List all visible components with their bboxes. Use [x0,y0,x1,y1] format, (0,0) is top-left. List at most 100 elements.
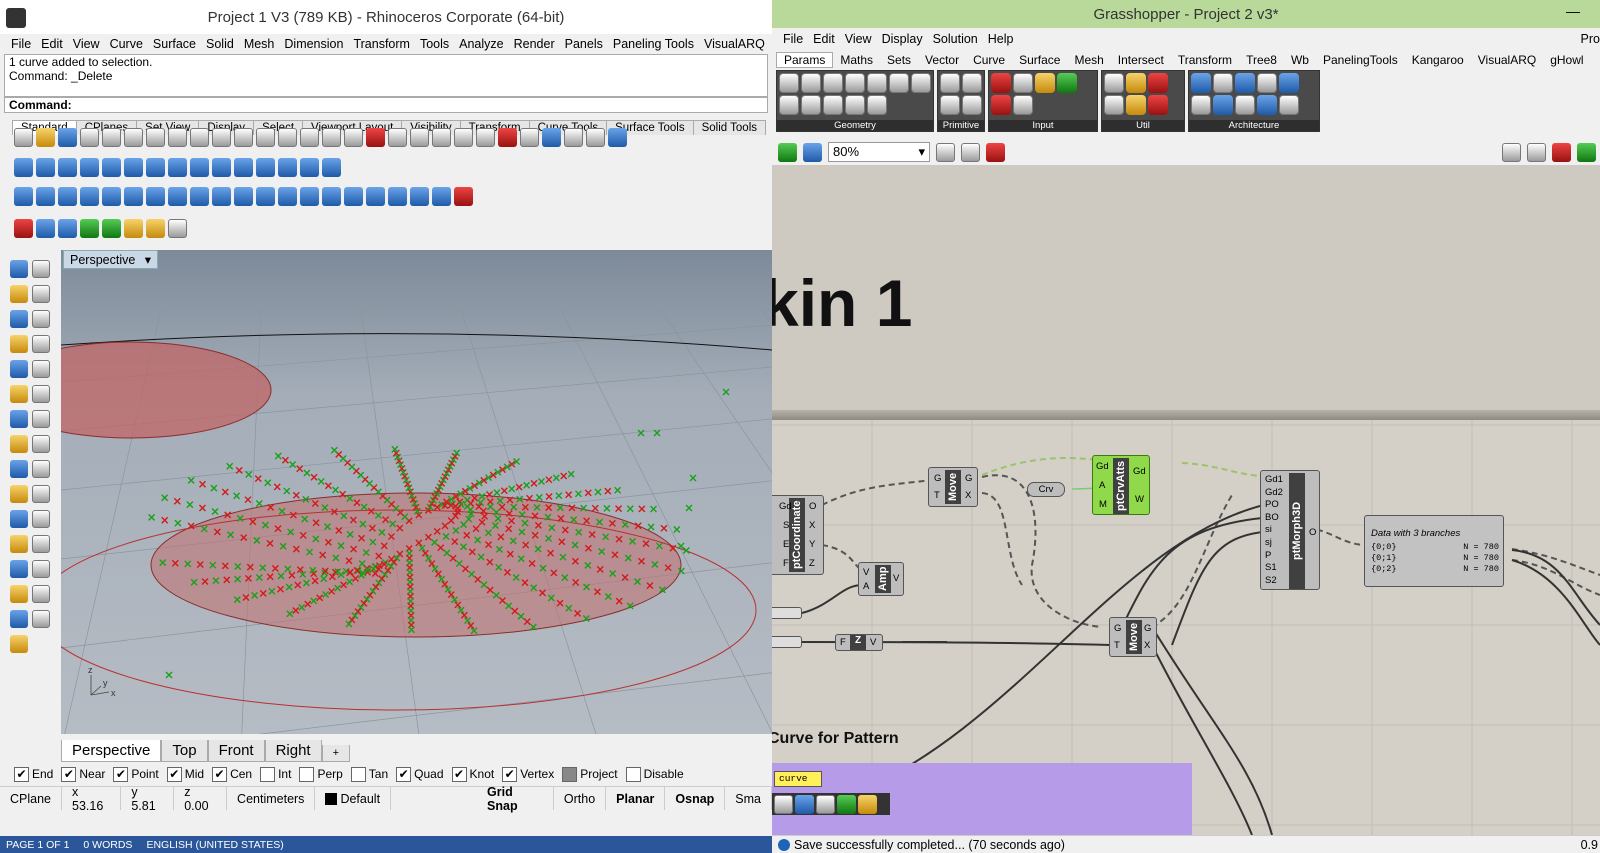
input-pin[interactable]: T [1114,640,1120,651]
boolean-split-icon[interactable] [80,186,99,206]
util-component-icon[interactable] [1148,73,1168,93]
input-pin[interactable]: G [934,473,941,484]
preview-selected-icon[interactable] [1552,142,1571,162]
input-component-icon[interactable] [1035,73,1055,93]
primitive-component-icon[interactable] [962,95,982,115]
undo-icon[interactable] [190,127,209,147]
architecture-component-icon[interactable] [1279,95,1299,115]
gh-tab-transform[interactable]: Transform [1171,53,1239,67]
scribble-text[interactable]: Curve for Pattern [772,730,899,748]
input-component-icon[interactable] [1057,73,1077,93]
polygon-icon[interactable] [32,335,50,353]
status-layer[interactable]: Default [315,787,392,810]
render-color-icon[interactable] [498,127,517,147]
spiral-icon[interactable] [816,794,835,814]
layers-icon[interactable] [476,127,495,147]
project-checkbox[interactable] [562,766,578,782]
tab-solid-tools[interactable]: Solid Tools [692,120,766,135]
help-icon[interactable] [608,127,627,147]
menu-item-view[interactable]: View [68,37,105,51]
knot-checkbox[interactable]: ✔ [451,766,467,782]
architecture-component-icon[interactable] [1191,95,1211,115]
polar-array-icon[interactable] [410,186,429,206]
tan-checkbox[interactable] [350,766,366,782]
line-icon[interactable] [32,285,50,303]
point-icon[interactable] [32,260,50,278]
zoom-selected-icon[interactable] [322,127,341,147]
architecture-component-icon[interactable] [1257,73,1277,93]
preview-shaded-icon[interactable] [1527,142,1546,162]
osnap-toggle[interactable]: Osnap [665,787,726,810]
gh-tab-ghowl[interactable]: gHowl [1543,53,1590,67]
chamfer-icon[interactable] [168,186,187,206]
zoom-icon[interactable] [256,127,275,147]
geometry-component-icon[interactable] [911,73,931,93]
move-face-icon[interactable] [278,186,297,206]
architecture-component-icon[interactable] [1213,95,1233,115]
input-pin[interactable]: Gd2 [1265,487,1283,498]
surface-icon[interactable] [32,385,50,403]
command-prompt[interactable]: Command: [4,97,768,113]
sphere-solid-icon[interactable] [10,385,28,403]
planar-toggle[interactable]: Planar [606,787,666,810]
analyze-icon[interactable] [32,585,50,603]
amplitude-component[interactable]: Amp V A V [858,562,904,596]
brep-icon[interactable] [388,186,407,206]
pyramid-truncated-icon[interactable] [212,157,231,177]
unroll-icon[interactable] [322,186,341,206]
dimension-icon[interactable] [10,560,28,578]
options-icon[interactable] [586,127,605,147]
rotate-icon[interactable] [234,127,253,147]
boolean-difference-icon[interactable] [36,186,55,206]
cluster-icon[interactable] [837,794,856,814]
menu-item-solid[interactable]: Solid [201,37,239,51]
save-icon[interactable] [58,127,77,147]
cylinder-icon[interactable] [36,157,55,177]
number-slider[interactable] [772,607,802,619]
util-component-icon[interactable] [1104,73,1124,93]
input-pin[interactable]: PO [1265,499,1279,510]
gh-menu-right[interactable]: Pro [1581,32,1600,46]
output-pin[interactable]: Gd [1133,466,1146,477]
architecture-component-icon[interactable] [1213,73,1233,93]
architecture-component-icon[interactable] [1279,73,1299,93]
gh-tab-params[interactable]: Params [776,51,834,68]
paint-icon[interactable] [10,635,28,653]
ellipse-icon[interactable] [10,360,28,378]
architecture-component-icon[interactable] [1235,73,1255,93]
rotate-icon[interactable] [10,485,28,503]
pipe-icon[interactable] [234,157,253,177]
paste-icon[interactable] [168,127,187,147]
vertex-checkbox[interactable]: ✔ [502,766,518,782]
shield-icon[interactable] [80,218,99,238]
menu-item-visualarq[interactable]: VisualARQ [699,37,770,51]
geometry-component-icon[interactable] [867,73,887,93]
preview-eye-icon[interactable] [961,142,980,162]
osnap-mid[interactable]: ✔ Mid [166,766,204,782]
menu-item-curve[interactable]: Curve [105,37,148,51]
viewport-title[interactable]: Perspective ▾ [63,250,159,269]
geometry-component-icon[interactable] [779,95,799,115]
output-pin[interactable]: G [965,473,972,484]
osnap-int[interactable]: Int [260,766,291,782]
smarttrack-toggle[interactable]: Sma [725,787,772,810]
input-pin[interactable]: V [863,567,869,578]
display-icon[interactable] [32,610,50,628]
menu-item-panels[interactable]: Panels [560,37,608,51]
minimize-icon[interactable]: — [1566,3,1580,19]
curve-icon[interactable] [32,360,50,378]
osnap-cen[interactable]: ✔ Cen [212,766,252,782]
lock-icon[interactable] [454,127,473,147]
sketch-pen-icon[interactable] [986,142,1005,162]
geometry-component-icon[interactable] [823,73,843,93]
input-pin[interactable]: G [1114,623,1121,634]
material-map-icon[interactable] [58,218,77,238]
pyramid-icon[interactable] [168,157,187,177]
view-tab-perspective[interactable]: Perspective [61,740,162,762]
view-tab-front[interactable]: Front [207,740,265,762]
sweep-icon[interactable] [300,157,319,177]
gh-menu-help[interactable]: Help [983,32,1019,46]
number-slider[interactable] [772,636,802,648]
word-page-count[interactable]: PAGE 1 OF 1 [6,839,69,851]
menu-item-analyze[interactable]: Analyze [454,37,508,51]
